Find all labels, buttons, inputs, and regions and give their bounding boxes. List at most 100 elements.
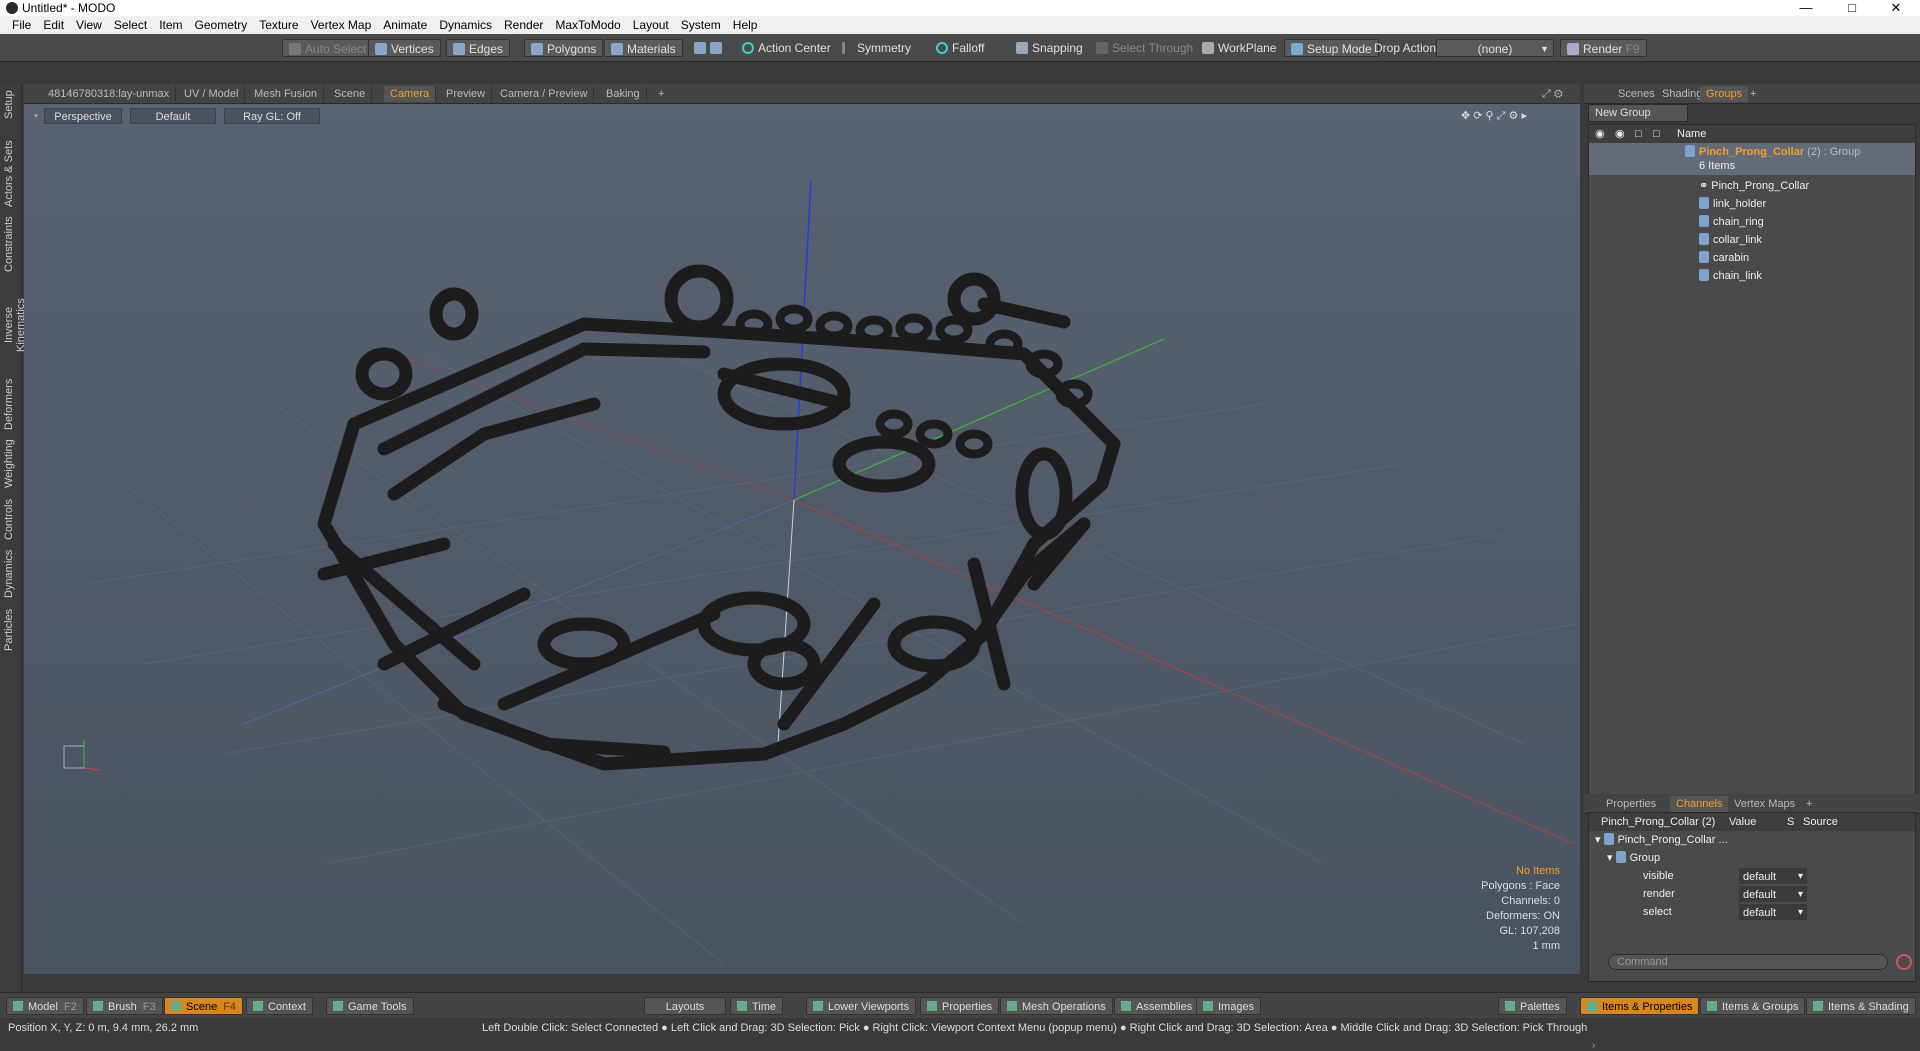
select-through-button[interactable]: Select Through [1090, 39, 1199, 57]
new-group-button[interactable]: New Group [1588, 104, 1688, 122]
menu-help[interactable]: Help [733, 18, 758, 32]
tab-setup[interactable]: Setup [3, 88, 19, 122]
materials-button[interactable]: Materials [604, 39, 683, 57]
add-panel-tab[interactable]: + [1744, 86, 1762, 102]
vertices-button[interactable]: Vertices [368, 39, 441, 57]
list-item[interactable]: collar_link [1589, 231, 1915, 249]
menu-layout[interactable]: Layout [633, 18, 669, 32]
edges-button[interactable]: Edges [446, 39, 511, 57]
menu-file[interactable]: File [12, 18, 31, 32]
tab-inverse-kinematics[interactable]: Inverse Kinematics [3, 280, 27, 370]
channel-value-dropdown[interactable]: default [1739, 868, 1807, 886]
menu-item[interactable]: Item [159, 18, 182, 32]
tab-camera-preview[interactable]: Camera / Preview [494, 86, 595, 102]
tab-groups[interactable]: Groups [1700, 86, 1749, 102]
add-prop-tab[interactable]: + [1800, 796, 1818, 812]
command-stop-icon[interactable] [1896, 954, 1912, 970]
properties-button[interactable]: Properties [920, 997, 1000, 1015]
3d-viewport[interactable]: • Perspective Default Ray GL: Off ✥ ⟳ ⚲ … [24, 104, 1580, 974]
menu-texture[interactable]: Texture [259, 18, 298, 32]
lock-icon[interactable]: □ [1635, 125, 1642, 143]
scene-layout-button[interactable]: Scene F4 [164, 997, 244, 1015]
tab-mesh-fusion[interactable]: Mesh Fusion [248, 86, 324, 102]
symmetry-button[interactable]: Symmetry [836, 39, 917, 57]
viewport-menu-icon[interactable]: • [32, 108, 40, 124]
tab-controls[interactable]: Controls [3, 498, 19, 542]
tab-weighting[interactable]: Weighting [3, 438, 19, 490]
menu-dynamics[interactable]: Dynamics [439, 18, 492, 32]
tab-scenes[interactable]: Scenes [1612, 86, 1661, 102]
channel-row-render[interactable]: render default [1589, 885, 1915, 904]
items-groups-button[interactable]: Items & Groups [1700, 997, 1806, 1015]
group-row-pinch-prong-collar[interactable]: Pinch_Prong_Collar (2) : Group 6 Items [1589, 143, 1915, 175]
items-properties-button[interactable]: Items & Properties [1580, 997, 1700, 1015]
channel-row-select[interactable]: select default [1589, 903, 1915, 922]
tab-channels[interactable]: Channels [1670, 796, 1729, 812]
add-tab-button[interactable]: + [652, 86, 670, 102]
items-shading-button[interactable]: Items & Shading [1806, 997, 1916, 1015]
brush-layout-button[interactable]: Brush F3 [86, 997, 163, 1015]
minimize-icon[interactable]: — [1786, 0, 1826, 15]
close-icon[interactable]: ✕ [1876, 0, 1916, 16]
action-center-button[interactable]: Action Center [736, 39, 837, 57]
tab-actors-sets[interactable]: Actors & Sets [3, 140, 19, 208]
workplane-button[interactable]: WorkPlane [1196, 39, 1282, 57]
tab-camera[interactable]: Camera [384, 86, 437, 102]
list-item[interactable]: chain_ring [1589, 213, 1915, 231]
tab-scene[interactable]: Scene [328, 86, 373, 102]
channel-value-dropdown[interactable]: default [1739, 904, 1807, 922]
component-mode-icons[interactable] [688, 39, 732, 57]
list-item[interactable]: link_holder [1589, 195, 1915, 213]
select-icon[interactable]: □ [1653, 125, 1660, 143]
viewport-nav-icons[interactable]: ✥ ⟳ ⚲ ⤢ ⚙ ▸ [1454, 108, 1534, 124]
time-button[interactable]: Time [730, 997, 784, 1015]
mesh-operations-button[interactable]: Mesh Operations [1000, 997, 1113, 1015]
channel-row-visible[interactable]: visible default [1589, 867, 1915, 886]
menu-maxtomodo[interactable]: MaxToModo [555, 18, 620, 32]
menu-edit[interactable]: Edit [43, 18, 64, 32]
visibility-eye-icon[interactable]: ◉ [1595, 125, 1605, 143]
tab-baking[interactable]: Baking [600, 86, 647, 102]
snapping-button[interactable]: Snapping [1010, 39, 1089, 57]
command-input[interactable]: Command [1608, 954, 1888, 970]
menu-view[interactable]: View [76, 18, 102, 32]
view-type-dropdown[interactable]: Perspective [44, 108, 122, 124]
context-button[interactable]: Context [246, 997, 313, 1015]
list-item[interactable]: ⚭ Pinch_Prong_Collar [1589, 177, 1915, 195]
channel-root-row[interactable]: ▾ Pinch_Prong_Collar ... [1589, 831, 1915, 849]
tab-particles[interactable]: Particles [3, 606, 19, 654]
tab-uv-model[interactable]: UV / Model [178, 86, 246, 102]
list-item[interactable]: carabin [1589, 249, 1915, 267]
maximize-icon[interactable]: □ [1832, 0, 1872, 15]
tab-vertex-maps[interactable]: Vertex Maps [1728, 796, 1801, 812]
polygons-button[interactable]: Polygons [524, 39, 604, 57]
layouts-button[interactable]: Layouts [644, 997, 726, 1015]
menu-animate[interactable]: Animate [383, 18, 427, 32]
auto-select-button[interactable]: Auto Select [282, 39, 374, 57]
tab-lay-unmax[interactable]: 48146780318:lay-unmax [42, 86, 177, 102]
setup-mode-button[interactable]: Setup Mode [1284, 39, 1379, 57]
images-button[interactable]: Images [1196, 997, 1262, 1015]
palettes-button[interactable]: Palettes [1498, 997, 1567, 1015]
menu-vertex-map[interactable]: Vertex Map [311, 18, 372, 32]
channel-group-row[interactable]: ▾ Group [1589, 849, 1915, 867]
raygl-toggle[interactable]: Ray GL: Off [224, 108, 320, 124]
menu-select[interactable]: Select [114, 18, 147, 32]
drop-action-select[interactable]: (none) ▼ [1436, 39, 1554, 57]
lower-viewports-button[interactable]: Lower Viewports [806, 997, 917, 1015]
tab-properties[interactable]: Properties [1600, 796, 1662, 812]
tab-dynamics[interactable]: Dynamics [3, 550, 19, 598]
model-layout-button[interactable]: Model F2 [6, 997, 84, 1015]
tab-deformers[interactable]: Deformers [3, 378, 19, 430]
assemblies-button[interactable]: Assemblies [1114, 997, 1200, 1015]
game-tools-button[interactable]: Game Tools [326, 997, 414, 1015]
render-button[interactable]: Render F9 [1560, 39, 1647, 57]
shading-dropdown[interactable]: Default [130, 108, 216, 124]
tab-constraints[interactable]: Constraints [3, 216, 19, 272]
channel-value-dropdown[interactable]: default [1739, 886, 1807, 904]
menu-system[interactable]: System [681, 18, 721, 32]
menu-geometry[interactable]: Geometry [195, 18, 248, 32]
viewport-expand-icon[interactable]: ⤢ ⚙ [1536, 86, 1569, 102]
menu-render[interactable]: Render [504, 18, 543, 32]
render-icon[interactable]: ◉ [1615, 125, 1625, 143]
